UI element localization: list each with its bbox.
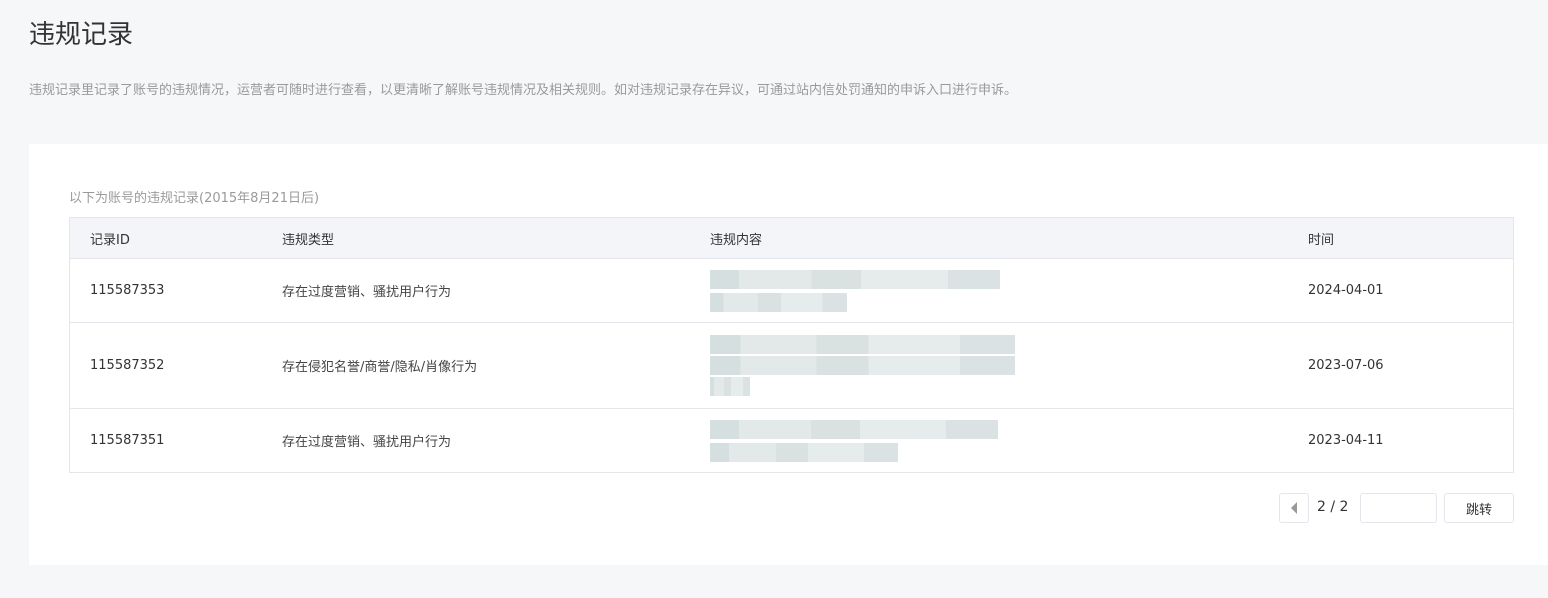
violation-content-blurred bbox=[690, 408, 1288, 473]
caret-left-icon bbox=[1291, 502, 1297, 514]
table-row: 115587352 存在侵犯名誉/商誉/隐私/肖像行为 2023-07-06 bbox=[69, 322, 1514, 409]
record-id: 115587351 bbox=[69, 408, 262, 473]
records-subtitle: 以下为账号的违规记录(2015年8月21日后) bbox=[69, 191, 320, 206]
table-header: 记录ID 违规类型 违规内容 时间 bbox=[69, 217, 1514, 259]
column-type: 违规类型 bbox=[262, 217, 690, 259]
column-id: 记录ID bbox=[69, 217, 262, 259]
record-id: 115587352 bbox=[69, 322, 262, 409]
violation-type: 存在过度营销、骚扰用户行为 bbox=[262, 408, 690, 473]
page-count: 2 / 2 bbox=[1317, 499, 1349, 515]
violation-type: 存在侵犯名誉/商誉/隐私/肖像行为 bbox=[262, 322, 690, 409]
violation-type: 存在过度营销、骚扰用户行为 bbox=[262, 258, 690, 323]
violation-content-blurred bbox=[690, 258, 1288, 323]
record-id: 115587353 bbox=[69, 258, 262, 323]
jump-page-input[interactable] bbox=[1360, 493, 1437, 523]
records-card: 以下为账号的违规记录(2015年8月21日后) 记录ID 违规类型 违规内容 时… bbox=[29, 144, 1548, 565]
column-content: 违规内容 bbox=[690, 217, 1288, 259]
record-date: 2023-04-11 bbox=[1288, 408, 1514, 473]
page-description: 违规记录里记录了账号的违规情况，运营者可随时进行查看，以更清晰了解账号违规情况及… bbox=[29, 83, 1018, 98]
table-row: 115587353 存在过度营销、骚扰用户行为 2024-04-01 bbox=[69, 258, 1514, 323]
table-row: 115587351 存在过度营销、骚扰用户行为 2023-04-11 bbox=[69, 408, 1514, 473]
violation-table: 记录ID 违规类型 违规内容 时间 115587353 存在过度营销、骚扰用户行… bbox=[69, 217, 1514, 473]
column-time: 时间 bbox=[1288, 217, 1514, 259]
record-date: 2023-07-06 bbox=[1288, 322, 1514, 409]
record-date: 2024-04-01 bbox=[1288, 258, 1514, 323]
prev-page-button[interactable] bbox=[1279, 493, 1309, 523]
violation-content-blurred bbox=[690, 322, 1288, 409]
page-title: 违规记录 bbox=[29, 20, 134, 50]
jump-button[interactable]: 跳转 bbox=[1444, 493, 1514, 523]
